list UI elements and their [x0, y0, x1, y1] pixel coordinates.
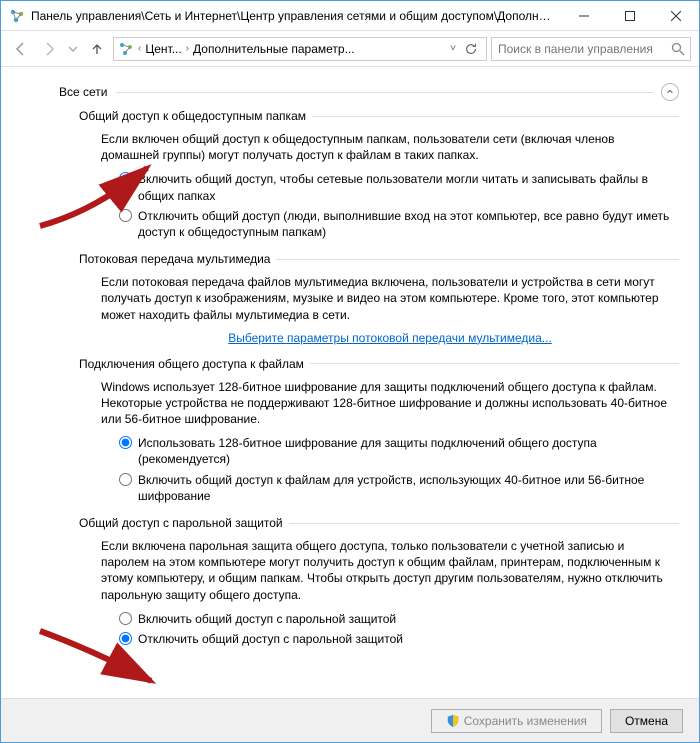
shield-icon	[446, 714, 460, 728]
profile-title: Все сети	[59, 85, 108, 99]
breadcrumb[interactable]: ‹ Цент... › Дополнительные параметр... ˅	[113, 37, 487, 61]
radio-input[interactable]	[119, 473, 132, 486]
network-sharing-icon	[9, 8, 25, 24]
section-password-sharing: Общий доступ с парольной защитой Если вк…	[79, 516, 679, 647]
divider	[276, 259, 679, 260]
maximize-button[interactable]	[607, 1, 653, 31]
section-title: Общий доступ к общедоступным папкам	[79, 109, 306, 123]
back-button[interactable]	[9, 37, 33, 61]
minimize-button[interactable]	[561, 1, 607, 31]
section-media-streaming: Потоковая передача мультимедиа Если пото…	[79, 252, 679, 345]
up-button[interactable]	[85, 37, 109, 61]
media-settings-link[interactable]: Выберите параметры потоковой передачи му…	[101, 331, 679, 345]
divider	[116, 92, 654, 93]
save-changes-button[interactable]: Сохранить изменения	[431, 709, 602, 733]
profile-header: Все сети	[59, 83, 679, 101]
divider	[289, 523, 679, 524]
radio-label: Отключить общий доступ (люди, выполнивши…	[138, 208, 671, 240]
chevron-right-icon: ‹	[138, 43, 141, 54]
radio-input[interactable]	[119, 436, 132, 449]
refresh-button[interactable]	[460, 37, 482, 61]
section-description: Если включена парольная защита общего до…	[101, 538, 671, 603]
titlebar: Панель управления\Сеть и Интернет\Центр …	[1, 1, 699, 31]
section-encryption: Подключения общего доступа к файлам Wind…	[79, 357, 679, 504]
button-bar: Сохранить изменения Отмена	[1, 698, 699, 742]
radio-public-on[interactable]: Включить общий доступ, чтобы сетевые пол…	[119, 171, 671, 203]
radio-password-off[interactable]: Отключить общий доступ с парольной защит…	[119, 631, 671, 647]
radio-password-on[interactable]: Включить общий доступ с парольной защито…	[119, 611, 671, 627]
section-title: Общий доступ с парольной защитой	[79, 516, 283, 530]
network-sharing-icon	[118, 41, 134, 57]
divider	[310, 363, 679, 364]
divider	[312, 116, 679, 117]
section-description: Если потоковая передача файлов мультимед…	[101, 274, 671, 323]
recent-locations-button[interactable]	[65, 37, 81, 61]
section-title: Подключения общего доступа к файлам	[79, 357, 304, 371]
search-icon	[670, 41, 686, 57]
cancel-button[interactable]: Отмена	[610, 709, 683, 733]
radio-public-off[interactable]: Отключить общий доступ (люди, выполнивши…	[119, 208, 671, 240]
content-area: Все сети Общий доступ к общедоступным па…	[1, 67, 699, 698]
radio-input[interactable]	[119, 632, 132, 645]
breadcrumb-part[interactable]: Цент...	[145, 42, 181, 56]
breadcrumb-part[interactable]: Дополнительные параметр...	[193, 42, 355, 56]
radio-input[interactable]	[119, 172, 132, 185]
radio-label: Включить общий доступ, чтобы сетевые пол…	[138, 171, 671, 203]
section-public-folders: Общий доступ к общедоступным папкам Если…	[79, 109, 679, 240]
section-description: Если включен общий доступ к общедоступны…	[101, 131, 671, 163]
search-box[interactable]	[491, 37, 691, 61]
radio-label: Отключить общий доступ с парольной защит…	[138, 631, 671, 647]
radio-input[interactable]	[119, 612, 132, 625]
search-input[interactable]	[496, 41, 670, 57]
radio-label: Использовать 128-битное шифрование для з…	[138, 435, 671, 467]
radio-encryption-40[interactable]: Включить общий доступ к файлам для устро…	[119, 472, 671, 504]
navbar: ‹ Цент... › Дополнительные параметр... ˅	[1, 31, 699, 67]
radio-encryption-128[interactable]: Использовать 128-битное шифрование для з…	[119, 435, 671, 467]
button-label: Сохранить изменения	[464, 714, 587, 728]
button-label: Отмена	[625, 714, 668, 728]
radio-label: Включить общий доступ с парольной защито…	[138, 611, 671, 627]
close-button[interactable]	[653, 1, 699, 31]
radio-label: Включить общий доступ к файлам для устро…	[138, 472, 671, 504]
section-description: Windows использует 128-битное шифрование…	[101, 379, 671, 428]
chevron-down-icon[interactable]: ˅	[450, 43, 456, 54]
section-title: Потоковая передача мультимедиа	[79, 252, 270, 266]
forward-button[interactable]	[37, 37, 61, 61]
radio-input[interactable]	[119, 209, 132, 222]
window-title: Панель управления\Сеть и Интернет\Центр …	[31, 9, 551, 23]
collapse-button[interactable]	[661, 83, 679, 101]
chevron-right-icon: ›	[186, 43, 189, 54]
